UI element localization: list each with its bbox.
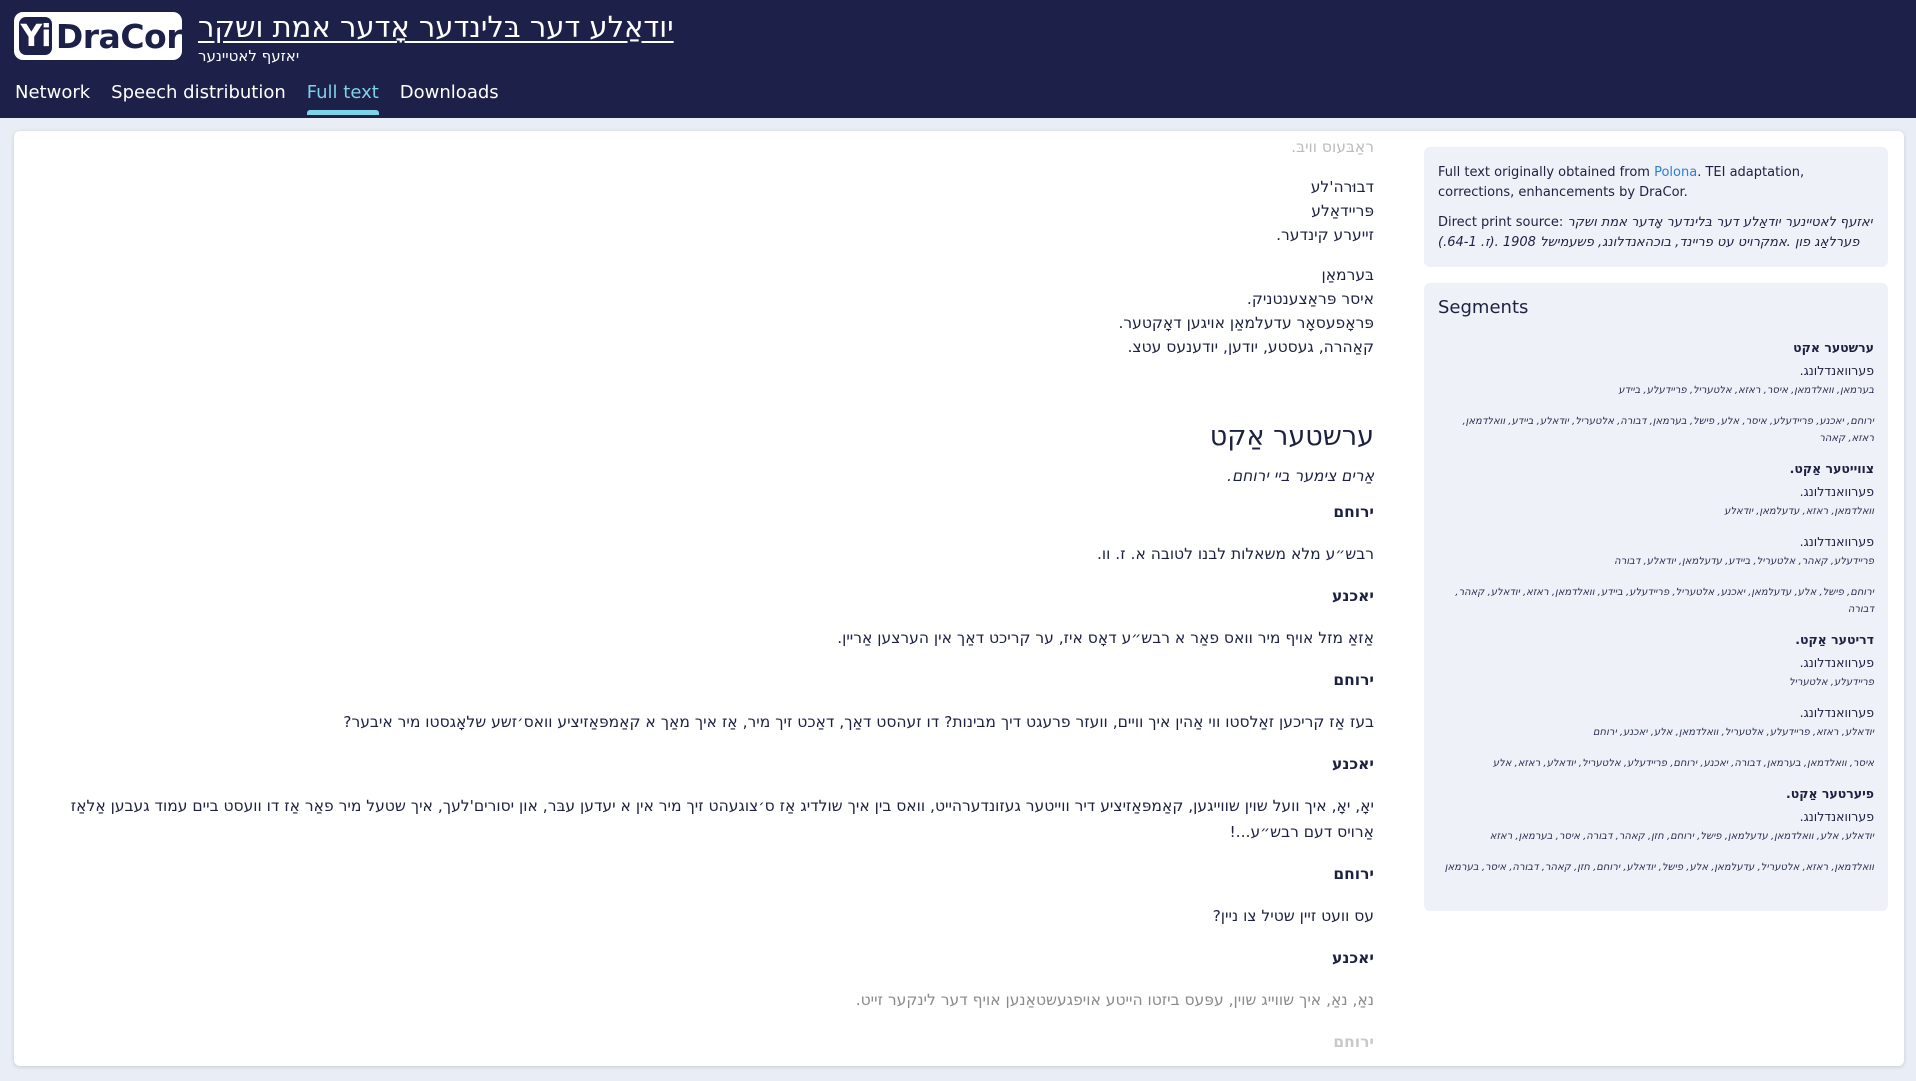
- segment-characters: ירוחם, יאכנע, פריידעלע, איסר, אלע, פישל,…: [1462, 416, 1874, 444]
- segment-characters: וואלדמאן, ראזא, עדעלמאן, יודאלע: [1724, 506, 1874, 517]
- play-title[interactable]: יודאַלע דער בּלינדער אָדער אמת ושקר: [198, 10, 674, 44]
- yidracor-logo[interactable]: Yi DraCor: [14, 12, 183, 60]
- sidebar: Full text originally obtained from Polon…: [1424, 147, 1888, 911]
- stage-direction: אַרים צימער ביי ירוחם.: [1227, 467, 1374, 485]
- segment-characters: איסר, וואלדמאן, בערמאן, דבורה, יאכנע, יר…: [1492, 758, 1874, 769]
- segment-characters: פריידעלע, אלטעריל: [1788, 677, 1874, 688]
- print-source: Direct print source: יאזעף לאטיינער יודא…: [1438, 215, 1873, 250]
- speech-text: בעז אַז קריכען זאַלסטו ווי אַהין איך ווי…: [343, 713, 1374, 731]
- speaker-name: ירוחם: [1333, 671, 1374, 689]
- speaker-name: ירוחם: [1333, 503, 1374, 521]
- act-heading: ערשטער אַקט: [1209, 421, 1374, 452]
- speaker-name: יאכנע: [1332, 587, 1374, 605]
- segment-characters: פריידעלע, קאהר, אלטעריל, ביידע, עדעלמאן,…: [1614, 556, 1874, 567]
- segment-characters: יודאלע, ראזא, פריידעלע, אלטעריל, וואלדמא…: [1592, 727, 1874, 738]
- segment-act[interactable]: דריטער אַקט.: [1438, 632, 1874, 647]
- tab-bar: Network Speech distribution Full text Do…: [15, 82, 499, 115]
- tab-full-text[interactable]: Full text: [306, 82, 379, 115]
- segment-scene[interactable]: פערוואנדלונג.: [1438, 655, 1874, 670]
- segments-title: Segments: [1438, 297, 1529, 318]
- segment-scene[interactable]: פערוואנדלונג.: [1438, 484, 1874, 499]
- cast-line: פּראָפעסאָר עדעלמאַן אויגען דאָקטער.: [1118, 314, 1374, 332]
- segment-act[interactable]: פיערטער אַקט.: [1438, 786, 1874, 801]
- source-info: Full text originally obtained from Polon…: [1424, 147, 1888, 267]
- content-card: ראַבּעוס וויבּ. דבוּרה'לע פּריידאַלע זיי…: [14, 131, 1904, 1066]
- speech-text: אַזאַ מזל אויף מיר וואס פאַר א רבש״ע דאָ…: [837, 629, 1374, 647]
- segment-scene[interactable]: פערוואנדלונג.: [1438, 363, 1874, 378]
- speaker-name: יאכנע: [1332, 755, 1374, 773]
- segment-act[interactable]: צווייטער אַקט.: [1438, 461, 1874, 476]
- segment-characters: בערמאן, וואלדמאן, איסר, ראזא, אלטעריל, פ…: [1618, 385, 1874, 396]
- cast-line: פּריידאַלע: [1311, 202, 1374, 220]
- logo-yi-mark: Yi: [19, 17, 52, 55]
- segments-panel: Segments ערשטער אקט פערוואנדלונג. בערמאן, …: [1424, 283, 1888, 911]
- speaker-name: ירוחם: [1333, 865, 1374, 883]
- speaker-name: ירוחם: [1333, 1033, 1374, 1051]
- cast-line: דבוּרה'לע: [1310, 178, 1374, 196]
- cast-line: קאַהרה, געסטע, יודען, יודענעס עטצ.: [1127, 338, 1374, 356]
- full-text-panel[interactable]: ראַבּעוס וויבּ. דבוּרה'לע פּריידאַלע זיי…: [64, 141, 1374, 1066]
- tab-network[interactable]: Network: [15, 82, 90, 115]
- segment-scene[interactable]: פערוואנדלונג.: [1438, 809, 1874, 824]
- play-author: יאזעף לאטיינער: [198, 47, 300, 65]
- speech-text: נאַ, נאַ, איך שווייג שוין, עפּעס ביזטו ה…: [855, 991, 1374, 1009]
- cast-line: איסר פּראַצענטניק.: [1246, 290, 1374, 308]
- segment-characters: וואלדמאן, ראזא, אלטעריל, עדעלמאן, אלע, פ…: [1444, 862, 1874, 873]
- segment-scene[interactable]: פערוואנדלונג.: [1438, 705, 1874, 720]
- top-bar: Yi DraCor יודאַלע דער בּלינדער אָדער אמת…: [0, 0, 1916, 118]
- speech-text: עס וועט זיין שטיל צו ניין?: [1212, 907, 1374, 925]
- tab-speech-distribution[interactable]: Speech distribution: [111, 82, 286, 115]
- segment-characters: יודאלע, אלע, וואלדמאן, עדעלמאן, פישל, יר…: [1489, 831, 1874, 842]
- polona-link[interactable]: Polona: [1654, 165, 1697, 180]
- tab-downloads[interactable]: Downloads: [400, 82, 499, 115]
- source-credit: Full text originally obtained from Polon…: [1438, 165, 1805, 200]
- segment-characters: ירוחם, פישל, אלע, עדעלמאן, יאכנע, אלטערי…: [1455, 587, 1874, 615]
- segment-scene[interactable]: פערוואנדלונג.: [1438, 534, 1874, 549]
- cast-line: זייערע קינדער.: [1276, 226, 1374, 244]
- speaker-name: יאכנע: [1332, 949, 1374, 967]
- speech-text: רבש״ע מלא משאלות לבנו לטובה א. ז. וו.: [1097, 545, 1374, 563]
- cast-line: בּערמאַן: [1321, 266, 1374, 284]
- cast-line: ראַבּעוס וויבּ.: [1291, 141, 1374, 156]
- segment-act[interactable]: ערשטער אקט: [1438, 340, 1874, 355]
- segments-list: ערשטער אקט פערוואנדלונג. בערמאן, וואלדמאן,…: [1438, 340, 1874, 876]
- logo-dracor-text: DraCor: [55, 16, 183, 56]
- speech-text: יאָ, יאָ, איך וועל שוין שווייגען, קאַמפּ…: [70, 797, 1374, 841]
